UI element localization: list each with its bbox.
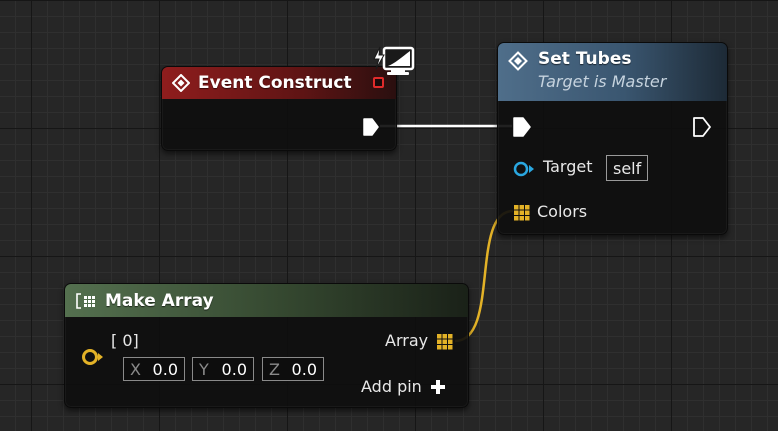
vector-z-field[interactable]: Z 0.0	[262, 357, 324, 381]
x-value: 0.0	[152, 359, 178, 379]
vector-y-field[interactable]: Y 0.0	[192, 357, 254, 381]
event-construct-title: Event Construct	[198, 73, 352, 93]
x-axis-label: X	[130, 359, 141, 379]
set-tubes-header[interactable]: Set Tubes Target is Master	[498, 43, 727, 101]
target-object-pin[interactable]	[512, 161, 536, 177]
make-array-node[interactable]: Make Array [ 0] X 0.0 Y 0.0 Z 0.0 Array	[64, 283, 469, 408]
exec-out-pin[interactable]	[692, 116, 712, 138]
make-array-icon	[76, 292, 95, 309]
plus-icon	[430, 379, 445, 394]
element-0-label: [ 0]	[111, 331, 139, 350]
y-value: 0.0	[221, 359, 247, 379]
target-default-value: self	[613, 158, 642, 178]
exec-in-pin[interactable]	[512, 116, 532, 138]
add-pin-label: Add pin	[361, 377, 422, 396]
replication-monitor-icon	[373, 46, 415, 75]
target-label: Target	[543, 157, 593, 176]
colors-label: Colors	[537, 202, 588, 221]
set-tubes-node[interactable]: Set Tubes Target is Master Target self C…	[497, 42, 728, 235]
add-pin-button[interactable]: Add pin	[361, 377, 446, 396]
exec-out-pin[interactable]	[362, 117, 380, 137]
function-icon	[508, 51, 528, 71]
array-output-pin[interactable]	[436, 333, 453, 350]
set-tubes-title: Set Tubes	[538, 49, 632, 69]
z-axis-label: Z	[269, 359, 280, 379]
colors-array-pin[interactable]	[513, 204, 530, 221]
set-tubes-subtitle: Target is Master	[538, 72, 667, 91]
make-array-title: Make Array	[105, 290, 214, 311]
target-default-field[interactable]: self	[606, 155, 649, 181]
blueprint-graph-canvas[interactable]: Event Construct Set Tubes Target is Mast…	[0, 0, 778, 431]
event-construct-node[interactable]: Event Construct	[161, 66, 397, 151]
z-value: 0.0	[291, 359, 317, 379]
array-output-label: Array	[385, 331, 429, 350]
vector-x-field[interactable]: X 0.0	[123, 357, 185, 381]
event-construct-header[interactable]: Event Construct	[162, 67, 396, 99]
element-0-vector-pin[interactable]	[81, 348, 105, 366]
event-diamond-icon	[172, 74, 190, 92]
y-axis-label: Y	[199, 359, 209, 379]
make-array-header[interactable]: Make Array	[65, 284, 468, 317]
